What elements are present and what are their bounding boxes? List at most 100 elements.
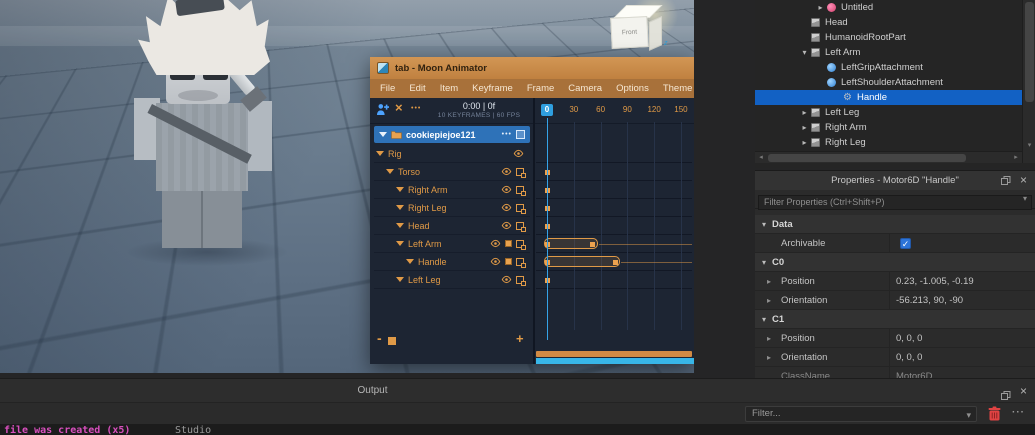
close-panel-icon[interactable]: × (1020, 384, 1027, 398)
property-section-c0[interactable]: ▾ C0 (755, 253, 1035, 272)
playhead-frame-chip[interactable]: 0 (541, 104, 553, 116)
property-row-position[interactable]: ▸ Position 0, 0, 0 (755, 329, 1035, 348)
explorer-item-humanoidrootpart[interactable]: HumanoidRootPart (755, 30, 1022, 45)
clear-output-trash-icon[interactable] (988, 406, 1001, 426)
rig-box-icon[interactable] (516, 130, 525, 139)
track-expand-icon[interactable] (396, 205, 404, 210)
vscroll-thumb[interactable] (1025, 2, 1034, 102)
explorer-item-untitled[interactable]: ▸ Untitled (755, 0, 1022, 15)
explorer-item-head[interactable]: Head (755, 15, 1022, 30)
rig-collapse-icon[interactable] (379, 132, 387, 137)
3d-viewport[interactable]: Front z tab - Moon Animator File Edit Item… (0, 0, 694, 373)
visibility-eye-icon[interactable] (490, 257, 501, 266)
rig-options-icon[interactable]: ••• (502, 131, 512, 138)
output-log[interactable]: file was created (x5) Studio (0, 424, 1035, 435)
section-collapse-icon[interactable]: ▾ (762, 258, 766, 267)
moon-titlebar[interactable]: tab - Moon Animator (370, 57, 694, 79)
tree-chevron-icon[interactable]: ▸ (798, 108, 811, 117)
property-row-position[interactable]: ▸ Position 0.23, -1.005, -0.19 (755, 272, 1035, 291)
zoom-in-button[interactable]: + (516, 331, 524, 346)
tree-chevron-icon[interactable]: ▸ (814, 3, 827, 12)
track-expand-icon[interactable] (386, 169, 394, 174)
property-row-classname[interactable]: ClassName Motor6D (755, 367, 1035, 378)
timeline-range-bar[interactable] (536, 358, 694, 364)
visibility-eye-icon[interactable] (501, 203, 512, 212)
menu-item-item[interactable]: Item (433, 83, 465, 94)
menu-item-edit[interactable]: Edit (402, 83, 432, 94)
float-window-icon[interactable] (1001, 176, 1011, 188)
track-expand-icon[interactable] (396, 223, 404, 228)
property-row-archivable[interactable]: Archivable ✓ (755, 234, 1035, 253)
track-box-icon[interactable] (516, 221, 526, 232)
track-row-left-arm[interactable]: Left Arm (374, 235, 530, 253)
track-box-icon[interactable] (516, 185, 526, 196)
remove-item-icon[interactable]: × (395, 101, 403, 115)
keyframe-dot[interactable] (612, 260, 618, 265)
property-row-orientation[interactable]: ▸ Orientation 0, 0, 0 (755, 348, 1035, 367)
menu-item-frame[interactable]: Frame (520, 83, 561, 94)
scroll-left-icon[interactable]: ◂ (755, 152, 767, 164)
track-box-icon[interactable] (516, 167, 526, 178)
zoom-out-button[interactable]: - (377, 330, 382, 346)
section-collapse-icon[interactable]: ▾ (762, 315, 766, 324)
menu-item-options[interactable]: Options (609, 83, 656, 94)
track-row-torso[interactable]: Torso (374, 163, 530, 181)
track-row-handle[interactable]: Handle (374, 253, 530, 271)
visibility-eye-icon[interactable] (501, 167, 512, 176)
track-box-icon[interactable] (516, 275, 526, 286)
avatar-character[interactable] (118, 0, 303, 268)
track-box-icon[interactable] (516, 239, 526, 250)
add-rig-icon[interactable] (376, 103, 390, 121)
hscroll-thumb[interactable] (768, 154, 966, 162)
track-expand-icon[interactable] (406, 259, 414, 264)
visibility-eye-icon[interactable] (513, 149, 524, 158)
tree-chevron-icon[interactable]: ▸ (798, 138, 811, 147)
properties-filter-input[interactable] (758, 194, 1032, 210)
track-box-icon[interactable] (516, 257, 526, 268)
filter-dropdown-icon[interactable]: ▾ (1023, 194, 1027, 203)
keyframe-filled-icon[interactable] (505, 258, 512, 265)
keyframe-filled-icon[interactable] (505, 240, 512, 247)
track-row-head[interactable]: Head (374, 217, 530, 235)
output-panel-header[interactable]: Output × (0, 378, 1035, 402)
scroll-right-icon[interactable]: ▸ (1010, 152, 1022, 164)
property-section-c1[interactable]: ▾ C1 (755, 310, 1035, 329)
track-row-right-leg[interactable]: Right Leg (374, 199, 530, 217)
archivable-checkbox[interactable]: ✓ (900, 237, 911, 249)
workspace-part-cube[interactable]: Front z (606, 0, 684, 60)
explorer-item-left-leg[interactable]: ▸ Left Leg (755, 105, 1022, 120)
scroll-down-icon[interactable]: ▾ (1023, 140, 1035, 152)
explorer-item-right-arm[interactable]: ▸ Right Arm (755, 120, 1022, 135)
zoom-slider-handle[interactable] (388, 337, 396, 345)
menu-item-keyframe[interactable]: Keyframe (465, 83, 520, 94)
properties-header[interactable]: Properties - Motor6D "Handle" × (755, 171, 1035, 190)
track-row-right-arm[interactable]: Right Arm (374, 181, 530, 199)
explorer-hscrollbar[interactable]: ◂ ▸ (755, 151, 1022, 163)
property-row-orientation[interactable]: ▸ Orientation -56.213, 90, -90 (755, 291, 1035, 310)
visibility-eye-icon[interactable] (501, 221, 512, 230)
explorer-item-handle[interactable]: ⚙ Handle (755, 90, 1022, 105)
explorer-item-leftgripattachment[interactable]: LeftGripAttachment (755, 60, 1022, 75)
tree-chevron-icon[interactable]: ▸ (798, 123, 811, 132)
track-row-rig[interactable]: Rig (374, 145, 530, 163)
track-expand-icon[interactable] (396, 187, 404, 192)
expand-icon[interactable]: ▸ (767, 334, 771, 343)
toolbar-more-icon[interactable]: ••• (411, 105, 421, 112)
tracklist-timeline-divider[interactable] (533, 98, 535, 364)
playhead-line[interactable] (547, 118, 548, 340)
rig-header-row[interactable]: cookiepiejoe121 ••• (374, 126, 530, 143)
expand-icon[interactable]: ▸ (767, 277, 771, 286)
visibility-eye-icon[interactable] (501, 275, 512, 284)
explorer-item-right-leg[interactable]: ▸ Right Leg (755, 135, 1022, 150)
expand-icon[interactable]: ▸ (767, 296, 771, 305)
track-expand-icon[interactable] (396, 241, 404, 246)
track-row-left-leg[interactable]: Left Leg (374, 271, 530, 289)
timeline-hscrollbar[interactable] (536, 351, 692, 357)
menu-item-theme[interactable]: Theme (656, 83, 694, 94)
track-expand-icon[interactable] (396, 277, 404, 282)
explorer-vscrollbar[interactable]: ▾ (1022, 0, 1035, 163)
visibility-eye-icon[interactable] (501, 185, 512, 194)
keyframe-dot[interactable] (589, 242, 595, 247)
explorer-item-left-arm[interactable]: ▾ Left Arm (755, 45, 1022, 60)
close-panel-icon[interactable]: × (1020, 173, 1027, 187)
